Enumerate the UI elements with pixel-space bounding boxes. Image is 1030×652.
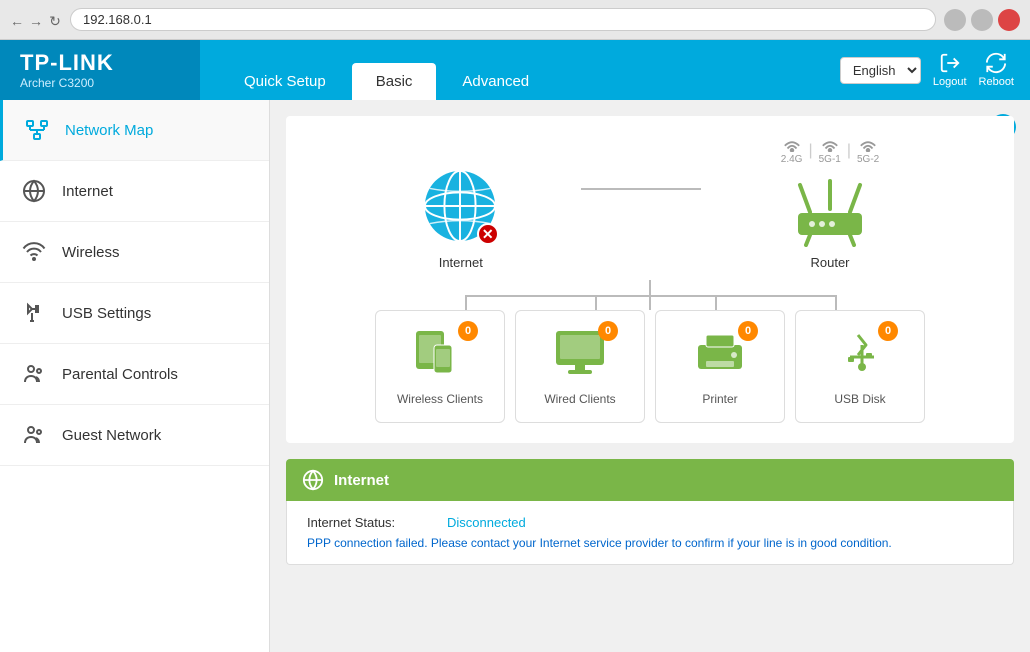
top-row: ✕ Internet: [421, 136, 879, 270]
language-select[interactable]: English: [840, 57, 921, 84]
app: TP-LINK Archer C3200 Quick Setup Basic A…: [0, 40, 1030, 652]
sep1: |: [808, 142, 812, 160]
network-map-card: ✕ Internet: [286, 116, 1014, 443]
tab-advanced[interactable]: Advanced: [438, 63, 553, 100]
internet-icon: [20, 177, 48, 205]
nav-tabs: Quick Setup Basic Advanced: [200, 40, 824, 100]
refresh-button[interactable]: ↻: [48, 13, 62, 27]
network-map-icon: [23, 116, 51, 144]
logo-area: TP-LINK Archer C3200: [0, 40, 200, 100]
status-value: Disconnected: [447, 515, 526, 530]
browser-action-2[interactable]: [971, 9, 993, 31]
logout-label: Logout: [933, 76, 967, 88]
main: Network Map Internet: [0, 100, 1030, 652]
status-message: PPP connection failed. Please contact yo…: [307, 536, 993, 550]
wireless-clients-label: Wireless Clients: [397, 392, 483, 406]
internet-label: Internet: [439, 255, 483, 270]
wifi-2g: 2.4G: [781, 136, 803, 165]
sidebar-label-internet: Internet: [62, 183, 113, 200]
band-5g1: 5G-1: [819, 154, 841, 165]
usb-disk-count: 0: [878, 321, 898, 341]
logout-button[interactable]: Logout: [933, 52, 967, 88]
browser-action-1[interactable]: [944, 9, 966, 31]
model-name: Archer C3200: [20, 76, 180, 90]
sidebar-label-guest: Guest Network: [62, 427, 161, 444]
bottom-row: 0 Wireless Clients: [375, 310, 925, 423]
usb-icon: [20, 299, 48, 327]
parental-icon: [20, 360, 48, 388]
sidebar-label-wireless: Wireless: [62, 244, 120, 261]
band-5g2: 5G-2: [857, 154, 879, 165]
status-row: Internet Status: Disconnected: [307, 515, 993, 530]
address-bar[interactable]: 192.168.0.1: [70, 8, 936, 31]
sidebar-item-parental[interactable]: Parental Controls: [0, 344, 269, 405]
forward-button[interactable]: →: [29, 13, 43, 27]
internet-node: ✕ Internet: [421, 167, 501, 270]
browser-action-3[interactable]: [998, 9, 1020, 31]
printer-badge-wrap: 0: [690, 327, 750, 384]
tab-quick-setup[interactable]: Quick Setup: [220, 63, 350, 100]
printer-count: 0: [738, 321, 758, 341]
status-section-label: Internet: [334, 472, 389, 489]
wifi-indicators: 2.4G | 5G-1: [781, 136, 879, 165]
wired-clients-label: Wired Clients: [544, 392, 615, 406]
wireless-clients-card[interactable]: 0 Wireless Clients: [375, 310, 505, 423]
reboot-label: Reboot: [979, 76, 1014, 88]
back-button[interactable]: ←: [10, 13, 24, 27]
h-connection-line: [581, 188, 701, 190]
status-globe-icon: [302, 469, 324, 491]
header-right: English Logout Reboot: [824, 40, 1030, 100]
sidebar-label-parental: Parental Controls: [62, 366, 178, 383]
sidebar-label-network-map: Network Map: [65, 122, 153, 139]
reboot-icon: [985, 52, 1007, 74]
router-label: Router: [810, 255, 849, 270]
wireless-clients-count: 0: [458, 321, 478, 341]
browser-chrome: ← → ↻ 192.168.0.1: [0, 0, 1030, 40]
reboot-button[interactable]: Reboot: [979, 52, 1014, 88]
printer-label: Printer: [702, 392, 737, 406]
guest-icon: [20, 421, 48, 449]
wired-clients-badge-wrap: 0: [550, 327, 610, 384]
internet-globe: ✕: [421, 167, 501, 247]
usb-disk-card[interactable]: 0 USB Disk: [795, 310, 925, 423]
wifi-5g2: 5G-2: [857, 136, 879, 165]
band-2g: 2.4G: [781, 154, 803, 165]
sidebar: Network Map Internet: [0, 100, 270, 652]
tab-basic[interactable]: Basic: [352, 63, 437, 100]
usb-disk-label: USB Disk: [834, 392, 885, 406]
sidebar-item-wireless[interactable]: Wireless: [0, 222, 269, 283]
wireless-icon: [20, 238, 48, 266]
printer-card[interactable]: 0 Printer: [655, 310, 785, 423]
content-area: ?: [270, 100, 1030, 652]
logout-icon: [939, 52, 961, 74]
usb-badge-wrap: 0: [830, 327, 890, 384]
status-body: Internet Status: Disconnected PPP connec…: [286, 501, 1014, 565]
sidebar-item-usb[interactable]: USB Settings: [0, 283, 269, 344]
router-node: 2.4G | 5G-1: [781, 136, 879, 270]
sidebar-item-network-map[interactable]: Network Map: [0, 100, 269, 161]
network-diagram: ✕ Internet: [306, 136, 994, 423]
error-badge: ✕: [477, 223, 499, 245]
sidebar-item-internet[interactable]: Internet: [0, 161, 269, 222]
wired-clients-count: 0: [598, 321, 618, 341]
wired-clients-card[interactable]: 0 Wired Clients: [515, 310, 645, 423]
status-header: Internet: [286, 459, 1014, 501]
wifi-5g1: 5G-1: [819, 136, 841, 165]
brand-name: TP-LINK: [20, 50, 180, 76]
sidebar-label-usb: USB Settings: [62, 305, 151, 322]
internet-status-section: Internet Internet Status: Disconnected P…: [286, 459, 1014, 565]
sep2: |: [847, 142, 851, 160]
router-svg: [790, 177, 870, 247]
header: TP-LINK Archer C3200 Quick Setup Basic A…: [0, 40, 1030, 100]
branch-lines: [306, 280, 994, 310]
wireless-clients-badge-wrap: 0: [410, 327, 470, 384]
status-label: Internet Status:: [307, 515, 427, 530]
sidebar-item-guest[interactable]: Guest Network: [0, 405, 269, 466]
